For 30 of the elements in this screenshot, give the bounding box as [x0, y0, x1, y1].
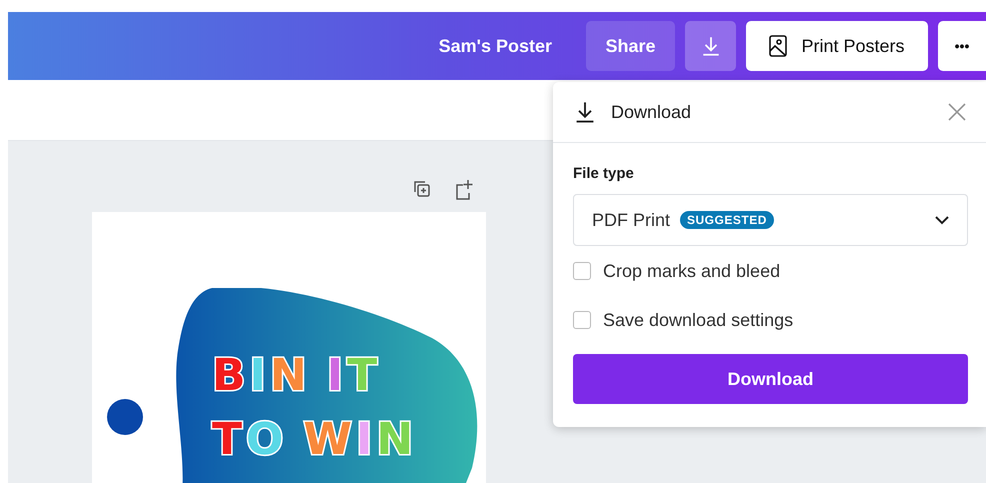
checkbox[interactable] [573, 262, 591, 280]
checkbox-label: Save download settings [603, 310, 794, 330]
close-icon[interactable] [948, 103, 966, 121]
poster-letter: N [375, 416, 414, 464]
poster-letter: B [211, 352, 247, 400]
poster-letter: I [248, 352, 267, 400]
poster-letter: T [211, 416, 244, 464]
more-options-button[interactable]: ••• [938, 21, 986, 71]
document-title[interactable]: Sam's Poster [438, 36, 552, 56]
panel-title: Download [611, 102, 692, 122]
picture-frame-icon [769, 35, 788, 57]
chevron-down-icon [935, 216, 949, 224]
checkbox-label: Crop marks and bleed [603, 260, 780, 282]
poster-letter: W [302, 416, 353, 464]
share-button[interactable]: Share [586, 21, 675, 71]
print-posters-button[interactable]: Print Posters [746, 21, 928, 71]
file-type-dropdown[interactable]: PDF Print SUGGESTED [573, 194, 968, 246]
poster-letter: N [268, 352, 308, 400]
file-type-label: File type [573, 165, 635, 182]
download-button[interactable] [685, 21, 736, 71]
poster-letter: O [245, 416, 284, 464]
circle-shape [107, 399, 143, 435]
suggested-badge: SUGGESTED [680, 211, 774, 229]
download-button[interactable]: Download [573, 354, 968, 404]
poster-letter: I [354, 416, 374, 464]
checkbox[interactable] [573, 311, 591, 329]
poster-letter: T [346, 352, 378, 400]
poster-letter: I [326, 352, 344, 400]
duplicate-page-icon[interactable] [412, 179, 432, 199]
add-page-icon[interactable] [454, 179, 474, 201]
